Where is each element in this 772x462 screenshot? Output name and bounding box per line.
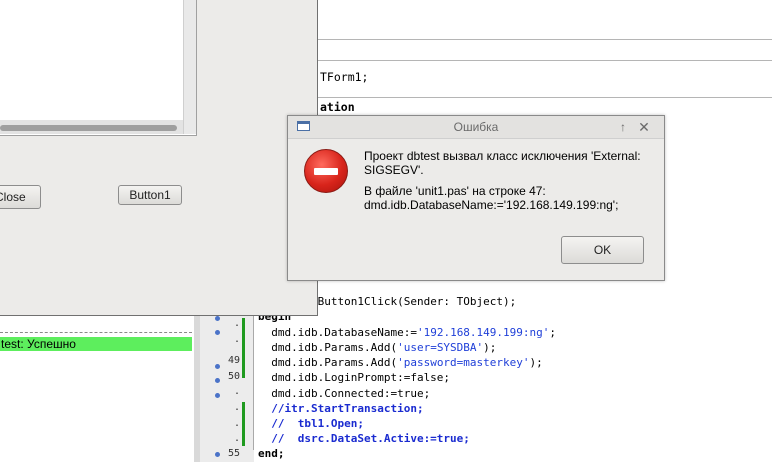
line-number-50: 50	[228, 371, 241, 382]
code-text: ;	[549, 326, 557, 339]
code-text: dmd.idb.Params.Add(	[258, 341, 398, 354]
breakpoint-dot-icon[interactable]	[215, 316, 220, 321]
code-text: );	[483, 341, 497, 354]
code-line-loginprompt: dmd.idb.LoginPrompt:=false;	[258, 371, 451, 384]
line-number-49: 49	[228, 355, 241, 366]
code-text: );	[529, 356, 543, 369]
modified-lines-bar	[242, 318, 245, 378]
code-line-params-password: dmd.idb.Params.Add('password=masterkey')…	[258, 355, 543, 371]
stop-error-icon	[304, 149, 348, 193]
error-message-line: В файле 'unit1.pas' на строке 47:	[364, 184, 546, 198]
line-number: .	[234, 418, 241, 429]
code-line-implementation: ation	[320, 100, 355, 114]
line-number: .	[234, 318, 241, 329]
code-line-comment: //itr.StartTransaction;	[258, 402, 424, 415]
editor-separator	[318, 39, 772, 40]
editor-separator	[318, 60, 772, 61]
error-message-line: SIGSEGV'.	[364, 163, 424, 177]
code-string: '192.168.149.199:ng'	[416, 326, 550, 339]
dialog-title: Ошибка	[453, 120, 499, 134]
breakpoint-dot-icon[interactable]	[215, 378, 220, 383]
code-string: 'user=SYSDBA'	[397, 341, 484, 354]
editor-separator	[318, 97, 772, 98]
breakpoint-dot-icon[interactable]	[215, 330, 220, 335]
listbox-vertical-scrollbar[interactable]	[183, 0, 196, 134]
modified-lines-bar	[242, 402, 245, 446]
code-line-params-user: dmd.idb.Params.Add('user=SYSDBA');	[258, 340, 496, 356]
code-line-databasename: dmd.idb.DatabaseName:='192.168.149.199:n…	[258, 325, 556, 341]
close-button[interactable]: Close	[0, 185, 41, 209]
code-text: dmd.idb.Params.Add(	[258, 356, 398, 369]
breakpoint-dot-icon[interactable]	[215, 452, 220, 457]
line-number: .	[234, 402, 241, 413]
breakpoint-dot-icon[interactable]	[215, 393, 220, 398]
button1-button[interactable]: Button1	[118, 185, 182, 205]
error-dialog: Ошибка ↑ ✕ Проект dbtest вызвал класс ис…	[287, 115, 665, 281]
messages-divider	[0, 332, 192, 333]
line-number: .	[234, 433, 241, 444]
message-text: test: Успешно	[1, 337, 76, 351]
breakpoint-dot-icon[interactable]	[215, 364, 220, 369]
code-line-comment: // tbl1.Open;	[258, 417, 364, 430]
code-line-end: end;	[258, 447, 285, 460]
error-message-line: Проект dbtest вызвал класс исключения 'E…	[364, 149, 641, 163]
error-message-line: dmd.idb.DatabaseName:='192.168.149.199:n…	[364, 198, 619, 212]
message-success-row[interactable]: test: Успешно	[0, 337, 192, 351]
ok-button[interactable]: OK	[561, 236, 644, 264]
fold-line	[253, 314, 254, 450]
code-line-form-var: TForm1;	[320, 70, 369, 84]
code-line-connected: dmd.idb.Connected:=true;	[258, 387, 431, 400]
stop-error-icon-bar	[314, 168, 338, 175]
line-number: .	[234, 334, 241, 345]
line-number: .	[234, 386, 241, 397]
close-icon[interactable]: ✕	[637, 118, 651, 136]
listbox[interactable]	[0, 0, 197, 136]
code-text: dmd.idb.DatabaseName:=	[258, 326, 417, 339]
arrow-up-icon[interactable]: ↑	[616, 118, 630, 136]
form-designer-window[interactable]: Close Button1	[0, 0, 318, 316]
code-line-comment: // dsrc.DataSet.Active:=true;	[258, 432, 470, 445]
code-string: 'password=masterkey'	[397, 356, 530, 369]
line-number-55: 55	[228, 448, 241, 459]
scrollbar-thumb[interactable]	[0, 125, 177, 131]
dialog-titlebar[interactable]: Ошибка ↑ ✕	[288, 116, 664, 139]
